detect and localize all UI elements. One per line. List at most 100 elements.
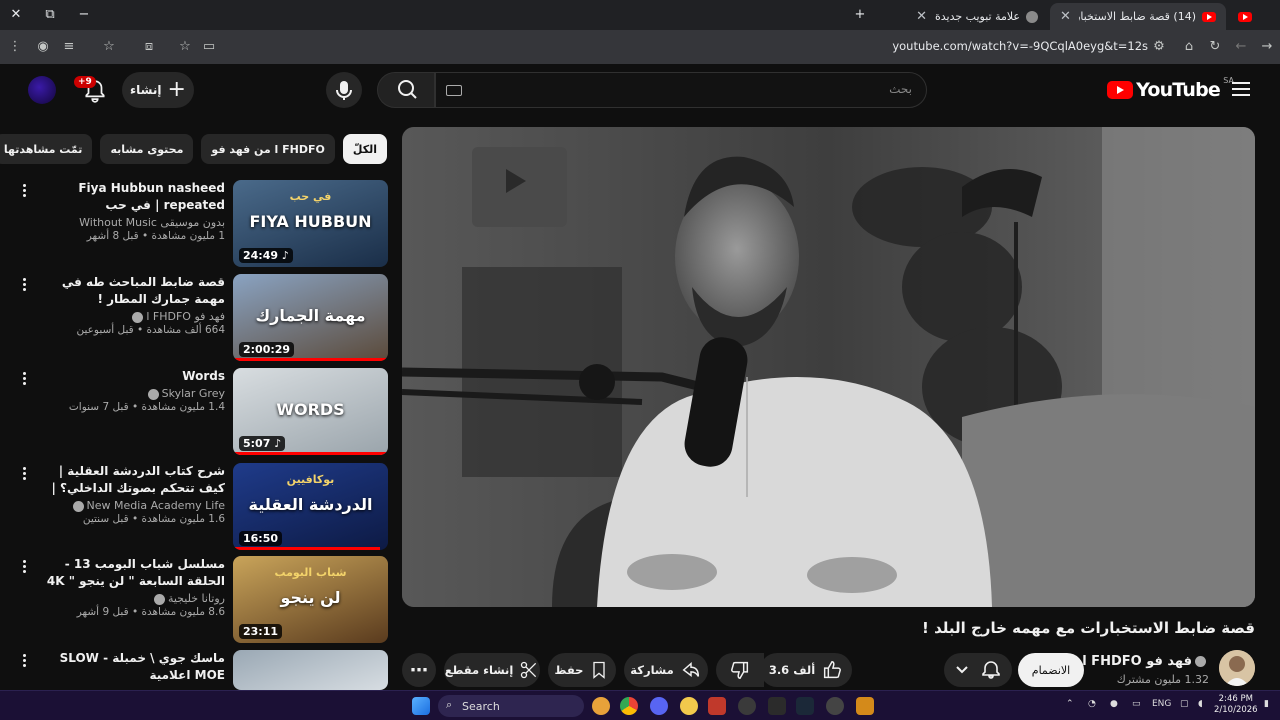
video-thumbnail[interactable]: الدردشة العقلية بوكافيين 16:50 <box>233 463 388 550</box>
more-options-icon[interactable] <box>18 560 30 576</box>
notification-badge: +9 <box>74 76 96 88</box>
site-settings-icon[interactable]: ⚙ <box>1150 38 1168 56</box>
recommendation-title[interactable]: شرح كتاب الدردشة العقلية | كيف تتحكم بصو… <box>35 463 225 497</box>
browser-tab-newtab[interactable]: علامة تبويب جديدة ✕ <box>872 3 1048 30</box>
search-button[interactable] <box>377 72 435 108</box>
account-avatar[interactable] <box>28 76 56 104</box>
close-window-button[interactable]: ✕ <box>4 4 28 26</box>
video-thumbnail[interactable]: WORDS 5:07 ♪ <box>233 368 388 455</box>
channel-avatar[interactable] <box>1219 650 1255 686</box>
steam-icon[interactable] <box>796 697 814 715</box>
more-options-icon[interactable] <box>18 654 30 670</box>
like-count[interactable]: 3.6 ألف <box>769 663 815 677</box>
extensions-puzzle-icon[interactable]: ⧈ <box>140 38 158 56</box>
bookmark-star-icon[interactable]: ☆ <box>100 38 118 56</box>
restore-window-button[interactable]: ⧉ <box>38 4 62 26</box>
join-button[interactable]: الانضمام <box>1018 653 1084 687</box>
tray-chevron-icon[interactable]: ⌃ <box>1066 699 1074 709</box>
channel-name[interactable]: فهد فو l FHDFO <box>1082 654 1209 669</box>
share-button[interactable]: مشاركة <box>624 653 708 687</box>
chip-watched[interactable]: تمّت مشاهدتها <box>0 134 93 164</box>
video-thumbnail[interactable] <box>233 650 388 690</box>
recommendation-stats: 1.4 مليون مشاهدة • قبل 7 سنوات <box>68 401 225 413</box>
more-actions-button[interactable]: ⋯ <box>402 653 436 687</box>
cast-icon[interactable]: ▭ <box>200 38 218 56</box>
recommendation-title[interactable]: مسلسل شباب البومب 13 - الحلقة السابعة " … <box>35 556 225 590</box>
app-icon[interactable] <box>680 697 698 715</box>
extension-icon[interactable]: ◉ <box>34 38 52 56</box>
like-icon[interactable] <box>821 659 843 681</box>
taskbar-search[interactable]: ⌕ Search <box>438 695 584 717</box>
recommendation-item[interactable]: WORDS 5:07 ♪ Words Skylar Grey 1.4 مليون مشا… <box>16 368 388 456</box>
scissors-icon <box>521 661 537 679</box>
battery-icon[interactable]: ▭ <box>1132 699 1141 709</box>
subscription-bell-button[interactable] <box>944 653 1012 687</box>
create-button[interactable]: إنشاء + <box>122 72 194 108</box>
forward-icon[interactable]: ← <box>1232 38 1250 56</box>
save-button[interactable]: حفظ <box>548 653 616 687</box>
recommendation-item[interactable]: FIYA HUBBUN في حب 24:49 ♪ Fiya Hubbun nashe… <box>16 180 388 268</box>
recommendation-channel[interactable]: فهد فو l FHDFO <box>35 310 225 323</box>
browser-tab-youtube-2[interactable] <box>1230 3 1260 30</box>
recommendation-title[interactable]: Fiya Hubbun nasheed repeated | في حب <box>35 180 225 214</box>
close-icon[interactable]: ✕ <box>1060 9 1071 24</box>
browser-tab-youtube[interactable]: (14) قصة ضابط الاستخبارات مع ... ✕ <box>1050 3 1226 30</box>
recommendation-item[interactable]: ماسك جوي \ خمبلة - SLOW MOE اعلامية <box>16 650 388 690</box>
wifi-icon[interactable]: ◔ <box>1088 699 1096 709</box>
notification-center-icon[interactable]: ▮ <box>1264 699 1269 709</box>
more-options-icon[interactable] <box>18 372 30 388</box>
windows-start-icon[interactable] <box>412 697 430 715</box>
recommendation-title[interactable]: قصة ضابط المباحث طه في مهمة جمارك المطار… <box>35 274 225 308</box>
back-icon[interactable]: → <box>1258 38 1276 56</box>
video-thumbnail[interactable]: مهمة الجمارك 2:00:29 <box>233 274 388 361</box>
chip-from-channel[interactable]: من فهد فو l FHDFO <box>201 134 335 164</box>
chrome-icon[interactable] <box>620 697 638 715</box>
more-options-icon[interactable] <box>18 184 30 200</box>
voice-search-button[interactable] <box>326 72 362 108</box>
reading-list-icon[interactable]: ≡ <box>60 38 78 56</box>
reload-icon[interactable]: ↻ <box>1206 38 1224 56</box>
video-thumbnail[interactable]: لن ينجو شباب البومب 23:11 <box>233 556 388 643</box>
app-icon-2[interactable] <box>768 697 786 715</box>
menu-dots-icon[interactable]: ⋮ <box>6 38 24 56</box>
display-icon[interactable]: ▢ <box>1180 699 1189 709</box>
more-options-icon[interactable] <box>18 278 30 294</box>
url-field[interactable]: youtube.com/watch?v=-9QCqlA0eyg&t=12s <box>892 39 1148 53</box>
more-options-icon[interactable] <box>18 467 30 483</box>
mic-tray-icon[interactable]: ● <box>1110 699 1118 709</box>
chrome-beta-icon[interactable] <box>592 697 610 715</box>
menu-icon[interactable] <box>1232 82 1250 96</box>
chip-all[interactable]: الكلّ <box>342 134 387 164</box>
recommendation-item[interactable]: لن ينجو شباب البومب 23:11 مسلسل شباب البومب… <box>16 556 388 644</box>
video-thumbnail[interactable]: FIYA HUBBUN في حب 24:49 ♪ <box>233 180 388 267</box>
close-icon[interactable]: ✕ <box>916 9 927 24</box>
recommendation-title[interactable]: Words <box>35 368 225 385</box>
youtube-logo[interactable]: YouTube SA <box>1107 76 1234 102</box>
volume-icon[interactable]: ◖ <box>1198 699 1203 709</box>
notifications-button[interactable]: +9 <box>74 76 108 104</box>
netflix-icon[interactable] <box>708 697 726 715</box>
clip-button[interactable]: إنشاء مقطع <box>444 653 540 687</box>
recommendation-channel[interactable]: Skylar Grey <box>35 387 225 400</box>
recommendation-channel[interactable]: New Media Academy Life <box>35 499 225 512</box>
search-input[interactable]: بحث <box>435 72 927 108</box>
new-tab-button[interactable]: + <box>848 4 872 26</box>
clock[interactable]: 2:46 PM 2/10/2026 <box>1214 694 1258 716</box>
video-player[interactable] <box>402 127 1255 607</box>
discord-icon[interactable] <box>650 697 668 715</box>
chip-related[interactable]: محتوى مشابه <box>100 134 194 164</box>
recommendation-title[interactable]: ماسك جوي \ خمبلة - SLOW MOE اعلامية <box>35 650 225 684</box>
star-icon[interactable]: ☆ <box>176 38 194 56</box>
language-indicator[interactable]: ENG <box>1152 699 1171 709</box>
openai-icon[interactable] <box>738 697 756 715</box>
app-icon-3[interactable] <box>856 697 874 715</box>
recommendation-item[interactable]: الدردشة العقلية بوكافيين 16:50 شرح كتاب الد… <box>16 463 388 551</box>
home-icon[interactable]: ⌂ <box>1180 38 1198 56</box>
recommendation-channel[interactable]: روتانا خليجية <box>35 592 225 605</box>
dislike-button[interactable] <box>716 653 764 687</box>
minimize-window-button[interactable]: − <box>72 4 96 26</box>
settings-icon[interactable] <box>826 697 844 715</box>
recommendation-channel[interactable]: بدون موسيقى Without Music <box>35 216 225 229</box>
keyboard-icon[interactable] <box>446 85 462 96</box>
recommendation-item[interactable]: مهمة الجمارك 2:00:29 قصة ضابط المباحث طه ف… <box>16 274 388 362</box>
